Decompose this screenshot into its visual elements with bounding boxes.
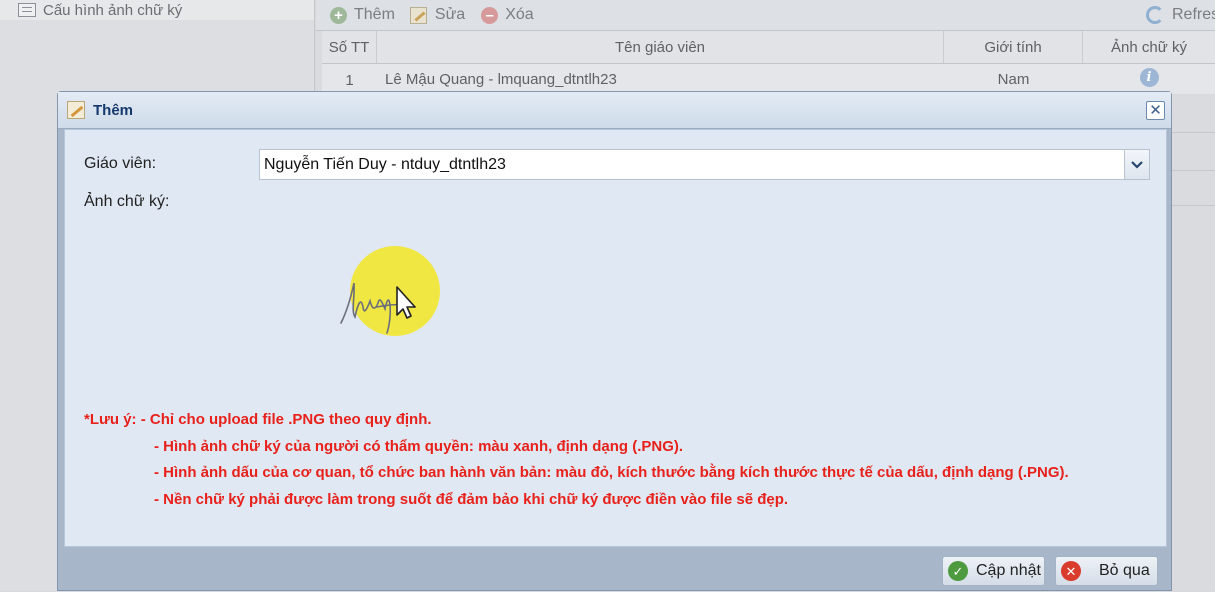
plus-icon: + <box>330 6 347 24</box>
dialog-title: Thêm <box>93 101 134 119</box>
minus-icon: – <box>481 6 499 24</box>
refresh-icon <box>1146 6 1164 24</box>
signature-label: Ảnh chữ ký: <box>84 193 170 210</box>
grid-header: Số TT Tên giáo viên Giới tính Ảnh chữ ký <box>322 31 1215 64</box>
close-button[interactable]: ✕ <box>1146 101 1165 120</box>
signature-preview[interactable] <box>327 245 447 345</box>
row-gender: Nam <box>997 70 1030 88</box>
teacher-combobox[interactable]: Nguyễn Tiến Duy - ntduy_dtntlh23 <box>259 149 1150 180</box>
row-signature-cell: i <box>1083 64 1215 94</box>
column-header-teacher-name[interactable]: Tên giáo viên <box>377 31 944 63</box>
dialog-footer: ✓ Cập nhật ✕ Bỏ qua <box>58 548 1171 592</box>
combobox-trigger[interactable] <box>1124 150 1149 179</box>
cancel-button[interactable]: ✕ Bỏ qua <box>1055 556 1158 586</box>
cancel-icon: ✕ <box>1061 561 1081 581</box>
check-icon: ✓ <box>948 561 968 581</box>
edit-button[interactable]: Sửa <box>409 0 466 30</box>
add-signature-dialog: Thêm ✕ Giáo viên: Nguyễn Tiến Duy - ntdu… <box>57 91 1172 591</box>
note-line: *Lưu ý: - Chỉ cho upload file .PNG theo … <box>84 411 432 428</box>
column-header-stt[interactable]: Số TT <box>322 31 377 63</box>
note-line: - Hình ảnh dấu của cơ quan, tổ chức ban … <box>154 464 1069 481</box>
left-item-label: Cấu hình ảnh chữ ký <box>43 1 183 19</box>
dialog-header[interactable]: Thêm ✕ <box>58 92 1171 129</box>
list-icon <box>18 3 36 17</box>
toolbar: + Thêm Sửa – Xóa Refres <box>316 0 1215 31</box>
signature-image <box>340 246 440 336</box>
cursor-highlight <box>350 246 440 336</box>
update-button-label: Cập nhật <box>976 562 1041 579</box>
column-header-signature[interactable]: Ảnh chữ ký <box>1083 31 1215 63</box>
note-line: - Nền chữ ký phải được làm trong suốt để… <box>154 490 789 508</box>
left-item-signature-config[interactable]: Cấu hình ảnh chữ ký <box>0 0 314 20</box>
delete-button[interactable]: – Xóa <box>481 0 534 30</box>
refresh-button-label: Refres <box>1172 6 1215 23</box>
row-stt: 1 <box>345 72 354 89</box>
grid-row-divider <box>1165 170 1215 171</box>
note-line: - Hình ảnh chữ ký của người có thẩm quyề… <box>154 437 684 455</box>
teacher-combobox-value: Nguyễn Tiến Duy - ntduy_dtntlh23 <box>264 156 506 173</box>
chevron-down-icon <box>1131 160 1143 169</box>
cancel-button-label: Bỏ qua <box>1099 562 1150 579</box>
dialog-body: Giáo viên: Nguyễn Tiến Duy - ntduy_dtntl… <box>64 129 1167 547</box>
add-button[interactable]: + Thêm <box>330 0 395 30</box>
row-teacher-name: Lê Mậu Quang - lmquang_dtntlh23 <box>385 70 617 88</box>
grid-row-divider <box>1165 132 1215 133</box>
upload-notes: *Lưu ý: - Chỉ cho upload file .PNG theo … <box>84 407 1069 513</box>
info-icon[interactable]: i <box>1139 67 1159 87</box>
grid-row-divider <box>1165 205 1215 206</box>
table-row[interactable]: 1 Lê Mậu Quang - lmquang_dtntlh23 Nam i <box>322 64 1215 94</box>
close-icon: ✕ <box>1149 102 1162 119</box>
column-header-gender[interactable]: Giới tính <box>944 31 1083 63</box>
update-button[interactable]: ✓ Cập nhật <box>942 556 1045 586</box>
add-button-label: Thêm <box>354 6 395 23</box>
edit-icon <box>409 6 427 24</box>
teacher-label: Giáo viên: <box>84 155 157 172</box>
edit-button-label: Sửa <box>434 6 466 23</box>
edit-icon <box>67 101 85 119</box>
delete-button-label: Xóa <box>505 6 534 23</box>
refresh-button[interactable]: Refres <box>1146 0 1215 30</box>
